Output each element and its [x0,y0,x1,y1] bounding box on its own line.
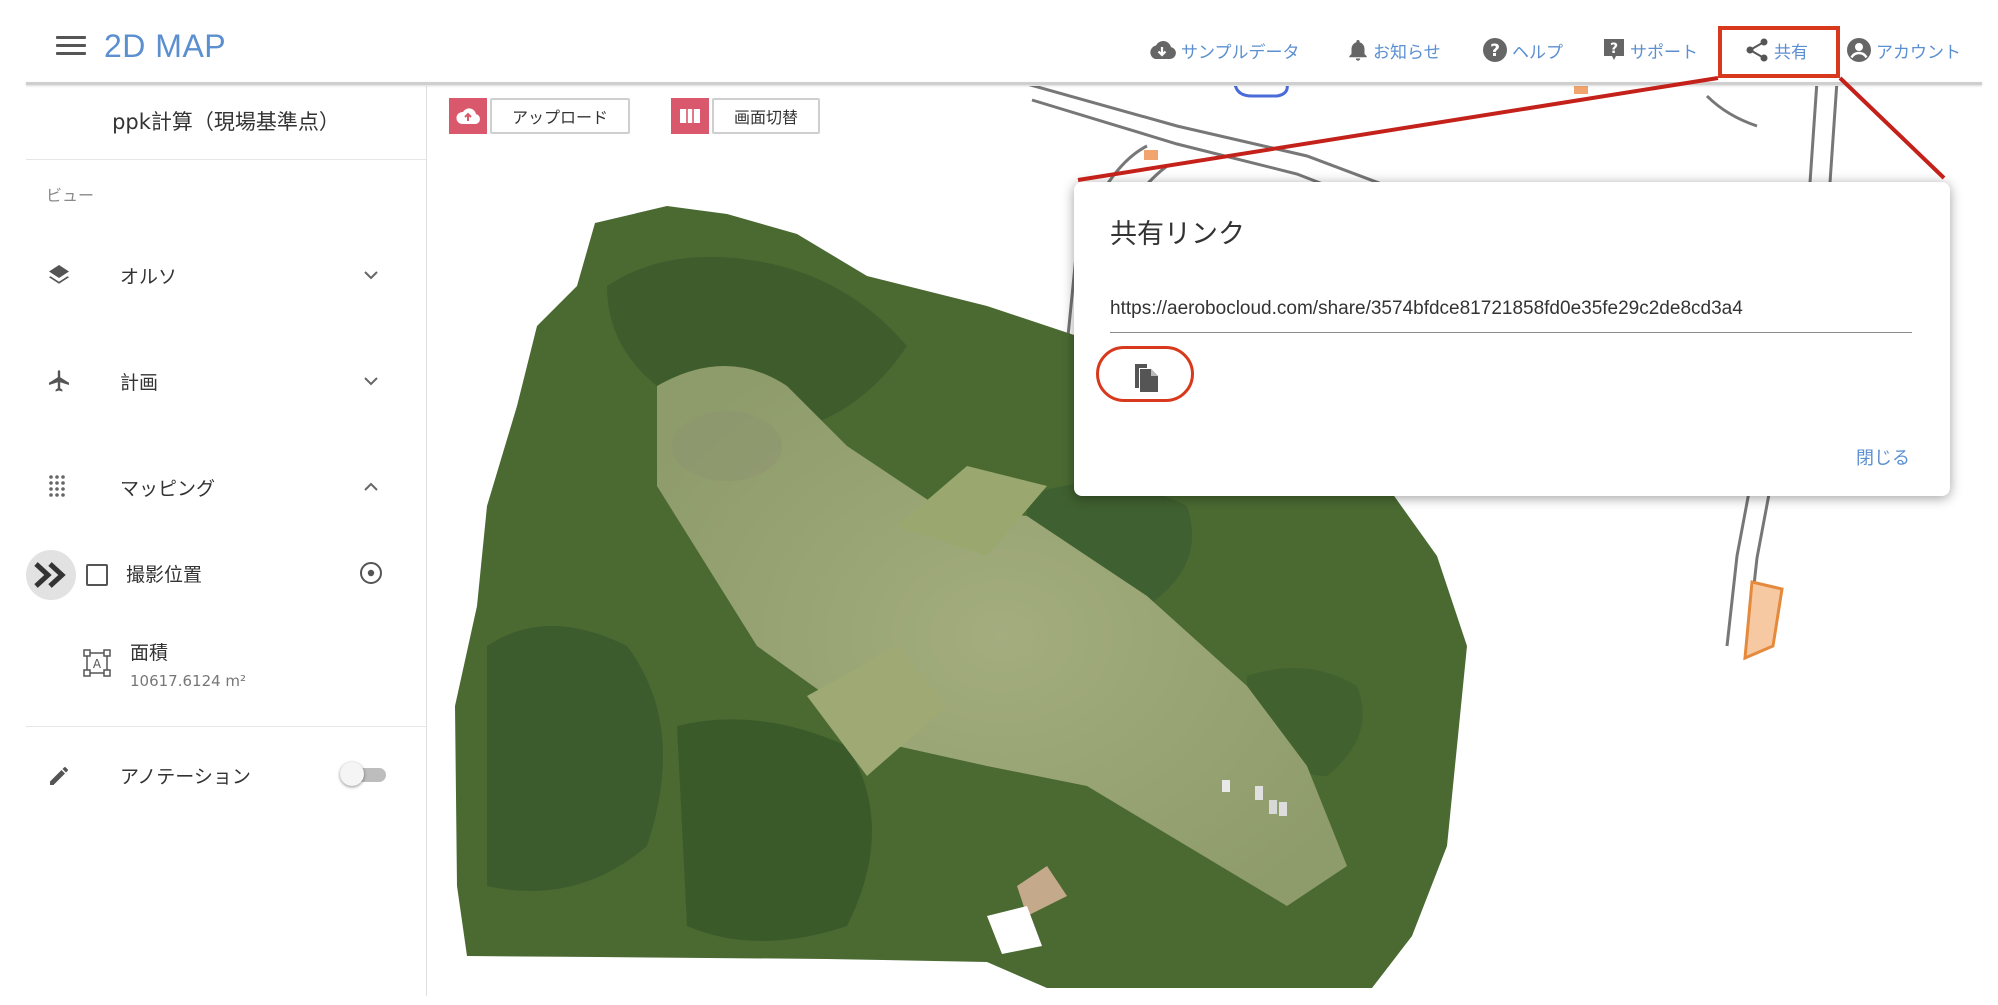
nav-sample-data[interactable]: サンプルデータ [1147,30,1300,70]
header-nav: サンプルデータ お知らせ ? ヘルプ ? サポート 共有 アカウント [0,30,1998,70]
top-app-bar: 2D MAP サンプルデータ お知らせ ? ヘルプ ? サポート 共有 アカウン… [0,0,1998,85]
nav-support[interactable]: ? サポート [1602,30,1698,70]
sidebar-item-ortho-label: オルソ [120,266,178,288]
chevron-down-icon [364,377,378,386]
expand-panel-button[interactable] [26,550,76,600]
sidebar: ppk計算（現場基準点） ビュー オルソ 計画 マッピング 撮影位置 A 面積 [26,86,426,996]
nav-support-label: サポート [1630,42,1698,63]
close-dialog-button[interactable]: 閉じる [1856,444,1910,470]
support-icon: ? [1604,39,1624,60]
boundary-marker [1233,86,1289,98]
dialog-title: 共有リンク [1110,219,1245,250]
sidebar-item-plan-label: 計画 [120,372,159,394]
share-url-field[interactable]: https://aerobocloud.com/share/3574bfdce8… [1110,298,1912,320]
nav-help[interactable]: ? ヘルプ [1482,30,1563,70]
nav-sample-data-label: サンプルデータ [1181,42,1300,63]
nav-account[interactable]: アカウント [1846,30,1961,70]
svg-text:A: A [93,657,102,671]
pencil-icon [50,767,68,785]
plot-marker [1144,150,1158,160]
help-circle-icon: ? [1483,38,1507,62]
plot-marker [1743,580,1784,661]
photo-positions-checkbox[interactable] [86,564,108,586]
svg-text:?: ? [1490,41,1500,61]
bell-icon [1349,40,1367,61]
nav-notifications[interactable]: お知らせ [1347,30,1441,70]
plot-marker [1574,86,1588,94]
nav-help-label: ヘルプ [1512,42,1563,63]
upload-square [449,98,487,134]
cloud-download-icon [1150,40,1176,59]
project-title: ppk計算（現場基準点） [112,110,340,134]
double-chevron-right-icon [34,562,66,588]
share-link-dialog: 共有リンク https://aerobocloud.com/share/3574… [1074,182,1950,496]
area-value: 10617.6124 m² [130,672,247,690]
account-circle-icon [1847,38,1871,62]
chevron-up-icon [364,482,378,491]
sidebar-item-ortho[interactable]: オルソ [26,250,426,300]
upload-button-label: アップロード [490,98,631,134]
svg-text:?: ? [1610,41,1618,57]
switch-view-button[interactable]: 画面切替 [671,98,821,134]
switch-view-button-label: 画面切替 [712,98,821,134]
header-divider [26,82,1982,85]
sidebar-item-plan[interactable]: 計画 [26,356,426,406]
cloud-upload-icon [456,108,481,124]
layers-icon [49,265,69,284]
photo-positions-label: 撮影位置 [126,564,203,586]
locate-target-icon[interactable] [358,560,384,586]
view-columns-icon [680,109,700,123]
sidebar-divider [26,726,426,727]
copy-icon [1135,364,1158,392]
share-highlight-box [1718,26,1840,78]
area-measure-icon: A [83,649,111,677]
sidebar-item-annotation-label: アノテーション [120,766,251,788]
annotation-toggle[interactable] [340,760,390,788]
chevron-down-icon [364,271,378,280]
copy-link-button[interactable] [1096,346,1194,402]
toggle-knob [340,762,364,786]
sidebar-item-mapping-label: マッピング [120,478,216,500]
airplane-icon [49,370,69,392]
view-section-label: ビュー [46,186,95,205]
sidebar-item-mapping[interactable]: マッピング [26,462,426,512]
url-underline [1110,332,1912,333]
nav-notifications-label: お知らせ [1373,42,1441,63]
nav-account-label: アカウント [1876,42,1961,63]
upload-button[interactable]: アップロード [449,98,631,134]
area-label: 面積 [130,642,169,664]
sidebar-edge [426,86,427,996]
grid-dots-icon [49,475,65,497]
switch-square [671,98,709,134]
sidebar-divider [26,159,426,160]
